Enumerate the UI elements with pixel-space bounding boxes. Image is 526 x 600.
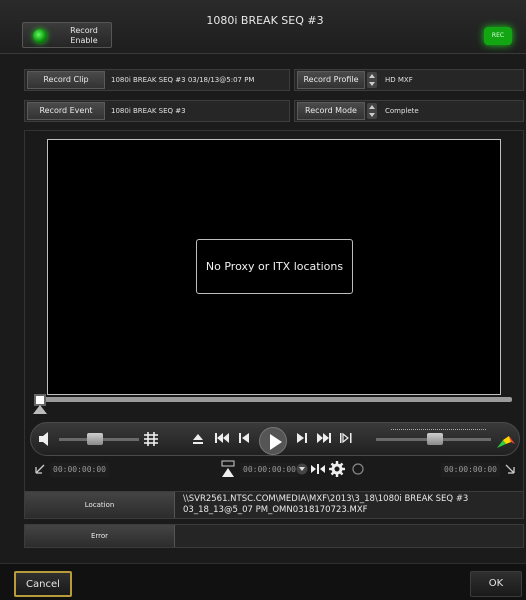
step-back-icon[interactable] [237,432,251,446]
record-mode-label: Record Mode [297,102,365,120]
record-enable-button[interactable]: Record Enable [22,22,112,48]
trim-icon[interactable] [311,463,325,477]
error-row: Error [24,524,524,548]
go-to-start-icon[interactable] [213,432,231,446]
audio-channels-icon[interactable] [143,431,159,447]
record-event-value[interactable]: 1080i BREAK SEQ #3 [111,101,186,122]
volume-icon[interactable] [39,432,51,446]
rec-indicator: REC [484,27,512,45]
record-profile-value[interactable]: HD MXF [385,70,413,91]
next-marker-icon[interactable] [339,432,353,446]
eject-icon[interactable] [191,433,205,447]
step-forward-icon[interactable] [295,432,309,446]
current-timecode[interactable]: 00:00:00:00 [240,463,299,477]
volume-slider-knob[interactable] [87,433,103,445]
settings-gear-icon[interactable] [329,461,345,477]
location-label: Location [25,492,175,518]
record-mode-value[interactable]: Complete [385,101,419,122]
mark-out-timecode[interactable]: 00:00:00:00 [441,463,500,477]
shuttle-slider-knob[interactable] [427,433,443,445]
timeline-scrub-bar[interactable] [40,397,512,402]
ok-button[interactable]: OK [470,571,522,597]
playhead-marker-icon [33,405,47,414]
record-profile-spinner-icon[interactable] [367,72,377,88]
record-clip-label: Record Clip [27,71,105,89]
record-event-row: Record Event 1080i BREAK SEQ #3 [24,100,290,122]
location-path[interactable]: \\SVR2561.NTSC.COM\MEDIA\MXF\2013\3_18\1… [183,494,521,516]
dialog-footer: Cancel OK [0,563,526,600]
cancel-button[interactable]: Cancel [14,571,72,597]
record-event-label: Record Event [27,102,105,120]
record-clip-row: Record Clip 1080i BREAK SEQ #3 03/18/13@… [24,69,290,91]
location-row: Location \\SVR2561.NTSC.COM\MEDIA\MXF\20… [24,491,524,519]
transport-controls [30,422,520,456]
record-mode-row: Record Mode Complete [294,100,524,122]
record-enable-led-icon [33,29,47,43]
record-profile-row: Record Profile HD MXF [294,69,524,91]
record-mode-spinner-icon[interactable] [367,103,377,119]
audio-meter-icon [497,433,515,448]
playhead-position-icon [220,460,236,478]
record-profile-label: Record Profile [297,71,365,89]
go-to-end-icon[interactable] [315,432,333,446]
record-clip-value[interactable]: 1080i BREAK SEQ #3 03/18/13@5:07 PM [111,70,254,91]
play-button[interactable] [259,427,287,455]
error-label: Error [25,525,175,547]
mark-in-timecode[interactable]: 00:00:00:00 [50,463,109,477]
no-proxy-message: No Proxy or ITX locations [196,239,353,294]
record-enable-label: Record Enable [70,26,98,45]
timecode-dropdown-icon[interactable] [296,463,308,477]
mark-out-icon[interactable] [504,464,516,476]
loop-toggle-icon[interactable] [351,463,365,477]
mark-in-icon[interactable] [34,464,46,476]
dialog-title: 1080i BREAK SEQ #3 [206,14,324,27]
